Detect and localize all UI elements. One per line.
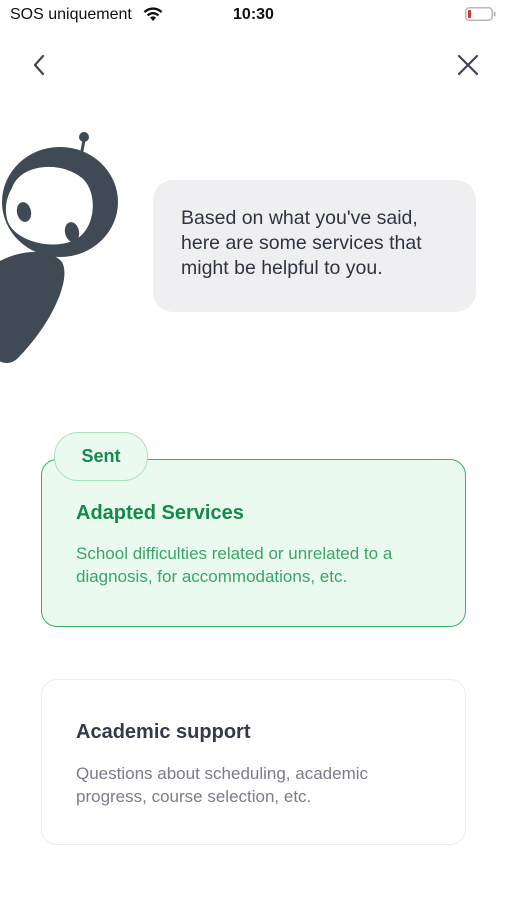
clock: 10:30 [233, 6, 274, 23]
assistant-message-bubble: Based on what you've said, here are some… [153, 180, 476, 312]
chevron-left-icon [33, 54, 45, 76]
bot-mascot-icon [0, 132, 118, 364]
status-bar: SOS uniquement 10:30 [0, 0, 507, 30]
sent-badge: Sent [54, 432, 148, 481]
close-icon [457, 54, 479, 76]
battery-icon [465, 7, 496, 21]
assistant-message-text: Based on what you've said, here are some… [181, 207, 422, 279]
service-card-academic-support[interactable]: Academic support Questions about schedul… [41, 679, 466, 845]
service-card-description: Questions about scheduling, academic pro… [76, 764, 369, 806]
screen: SOS uniquement 10:30 Based on what you'v… [0, 0, 507, 900]
service-card-title: Adapted Services [76, 502, 244, 524]
service-card-description: School difficulties related or unrelated… [76, 544, 393, 586]
back-button[interactable] [22, 48, 56, 82]
close-button[interactable] [451, 48, 485, 82]
service-card-adapted-services[interactable]: Adapted Services School difficulties rel… [41, 459, 466, 627]
service-card-title: Academic support [76, 721, 251, 743]
